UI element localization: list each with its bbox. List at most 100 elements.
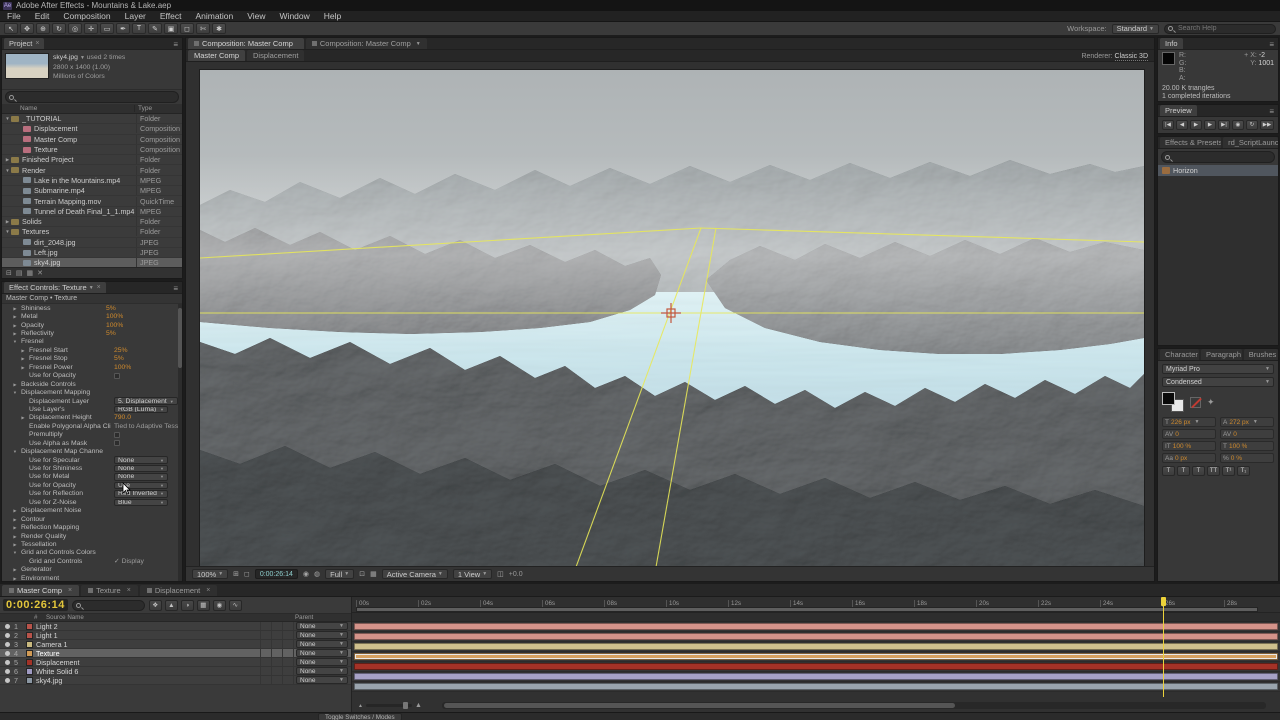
unified-camera-tool[interactable]: ◎ xyxy=(68,23,82,34)
parent-dropdown[interactable]: None▼ xyxy=(296,658,348,666)
property-value[interactable] xyxy=(114,373,120,379)
character-panel-tab[interactable]: Paragraph xyxy=(1201,349,1242,360)
project-item[interactable]: Submarine.mp4 MPEG xyxy=(2,186,182,196)
motion-blur-icon[interactable]: ◉ xyxy=(213,600,226,611)
twirl-icon[interactable]: ▶ xyxy=(12,382,18,387)
twirl-icon[interactable]: ▶ xyxy=(12,534,18,539)
tsume-field[interactable]: %0 % xyxy=(1220,453,1274,463)
column-type[interactable]: Type xyxy=(134,105,182,112)
tab-info[interactable]: Info xyxy=(1160,38,1183,49)
timeline-search-input[interactable] xyxy=(84,601,144,610)
no-fill-button[interactable] xyxy=(1190,397,1201,408)
layer-switches[interactable] xyxy=(250,676,296,684)
project-item[interactable]: ▶ Finished Project Folder xyxy=(2,155,182,165)
track-row[interactable] xyxy=(352,633,1280,642)
character-panel-tab[interactable]: Brushes xyxy=(1244,349,1278,360)
renderer-button[interactable]: Classic 3D xyxy=(1115,53,1148,61)
effect-property-row[interactable]: Use for Opacity Use xyxy=(2,481,182,489)
effect-property-row[interactable]: ▶ Fresnel Start 25% xyxy=(2,346,182,354)
effect-property-row[interactable]: Use for Reflection Red Inverted xyxy=(2,490,182,498)
timeline-search[interactable] xyxy=(72,600,145,611)
previous-frame-button[interactable]: ◀ xyxy=(1176,120,1188,130)
effect-property-row[interactable]: ▼ Displacement Mapping xyxy=(2,388,182,396)
property-value[interactable]: Use xyxy=(114,482,168,490)
timeline-zoom-slider[interactable]: ▲ ▲ xyxy=(358,702,422,709)
current-time-display[interactable]: 0:00:26:14 xyxy=(3,599,68,611)
graph-editor-icon[interactable]: ∿ xyxy=(229,600,242,611)
label-color-chip[interactable] xyxy=(26,623,33,630)
twirl-icon[interactable]: ▶ xyxy=(12,525,18,530)
twirl-icon[interactable]: ▶ xyxy=(12,542,18,547)
property-value[interactable]: 5% xyxy=(106,305,116,312)
rotation-tool[interactable]: ↻ xyxy=(52,23,66,34)
property-value[interactable]: 790.0 xyxy=(114,414,131,421)
property-value[interactable]: Red Inverted xyxy=(114,490,168,498)
viewer-tab[interactable]: Master Comp xyxy=(188,50,245,61)
layer-duration-bar[interactable] xyxy=(354,653,1278,660)
layer-switches[interactable] xyxy=(250,622,296,630)
effect-property-row[interactable]: ▶ Reflection Mapping xyxy=(2,523,182,531)
effect-property-row[interactable]: ▼ Grid and Controls Colors xyxy=(2,549,182,557)
visibility-toggle[interactable] xyxy=(5,678,10,683)
help-search[interactable] xyxy=(1164,24,1276,34)
zoom-out-mountain-icon[interactable]: ▲ xyxy=(358,703,363,709)
pan-behind-tool[interactable]: ✛ xyxy=(84,23,98,34)
layer-duration-bar[interactable] xyxy=(354,633,1278,640)
transparency-grid-icon[interactable]: ▦ xyxy=(370,570,377,578)
effect-property-row[interactable]: Grid and Controls ✓ Display xyxy=(2,557,182,565)
new-composition-icon[interactable]: ▦ xyxy=(27,269,34,277)
audio-toggle[interactable]: ◉ xyxy=(1232,120,1244,130)
panel-menu-icon[interactable]: ≡ xyxy=(169,284,182,293)
effect-property-row[interactable]: ▶ Opacity 100% xyxy=(2,321,182,329)
faux-style-button[interactable]: T xyxy=(1177,466,1190,476)
project-item[interactable]: ▼ _TUTORIAL Folder xyxy=(2,114,182,124)
menu-item[interactable]: Animation xyxy=(188,11,240,21)
visibility-toggle[interactable] xyxy=(5,642,10,647)
track-row[interactable] xyxy=(352,673,1280,682)
faux-style-button[interactable]: T₁ xyxy=(1237,466,1250,476)
timeline-tab[interactable]: Displacement × xyxy=(140,585,218,596)
effect-property-row[interactable]: Use for Z-Noise Blue xyxy=(2,498,182,506)
track-row[interactable] xyxy=(352,683,1280,692)
puppet-pin-tool[interactable]: ✱ xyxy=(212,23,226,34)
font-family-dropdown[interactable]: Myriad Pro▼ xyxy=(1162,364,1274,374)
tracking-field[interactable]: AV0 xyxy=(1220,429,1274,439)
close-icon[interactable]: × xyxy=(35,40,39,47)
property-value[interactable]: Tied to Adaptive Tess... xyxy=(114,423,182,430)
label-color-chip[interactable] xyxy=(26,677,33,684)
effect-property-row[interactable]: Enable Polygonal Alpha Clip Tied to Adap… xyxy=(2,422,182,430)
effect-property-row[interactable]: Use Layer's RGB (Luma) xyxy=(2,405,182,413)
track-row[interactable] xyxy=(352,663,1280,672)
parent-dropdown[interactable]: None▼ xyxy=(296,649,348,657)
project-item[interactable]: Master Comp Composition xyxy=(2,135,182,145)
layer-name[interactable]: Displacement xyxy=(36,658,250,667)
effect-property-row[interactable]: ▶ Contour xyxy=(2,515,182,523)
project-item[interactable]: Tunnel of Death Final_1_1.mp4 MPEG xyxy=(2,207,182,217)
property-value[interactable]: 5% xyxy=(106,330,116,337)
effect-property-row[interactable]: ▶ Environment xyxy=(2,574,182,581)
tab-project[interactable]: Project× xyxy=(4,38,44,49)
menu-item[interactable]: Help xyxy=(317,11,348,21)
zoom-knob[interactable] xyxy=(403,702,408,709)
layer-switches[interactable] xyxy=(250,667,296,675)
close-icon[interactable]: × xyxy=(127,587,131,594)
cti-handle[interactable] xyxy=(1161,597,1166,606)
property-value[interactable]: RGB (Luma) xyxy=(114,406,168,414)
visibility-toggle[interactable] xyxy=(5,651,10,656)
effect-property-row[interactable]: ▶ Generator xyxy=(2,566,182,574)
chevron-down-icon[interactable]: ▼ xyxy=(89,285,94,291)
ram-preview-button[interactable]: ▶▶ xyxy=(1260,120,1274,130)
exposure-value[interactable]: +0.0 xyxy=(509,571,523,578)
clone-stamp-tool[interactable]: ▣ xyxy=(164,23,178,34)
effect-property-row[interactable]: ▶ Backside Controls xyxy=(2,380,182,388)
faux-style-button[interactable]: T¹ xyxy=(1222,466,1235,476)
twirl-icon[interactable]: ▼ xyxy=(12,449,18,454)
property-value[interactable]: ✓ Display xyxy=(114,557,144,565)
fill-stroke-swatches[interactable] xyxy=(1162,392,1184,412)
region-of-interest-icon[interactable]: ⊡ xyxy=(359,570,365,578)
close-icon[interactable]: × xyxy=(97,284,101,291)
track-row[interactable] xyxy=(352,653,1280,662)
twirl-icon[interactable]: ▶ xyxy=(12,576,18,581)
property-value[interactable]: 5% xyxy=(114,355,124,362)
twirl-icon[interactable]: ▶ xyxy=(12,314,18,319)
